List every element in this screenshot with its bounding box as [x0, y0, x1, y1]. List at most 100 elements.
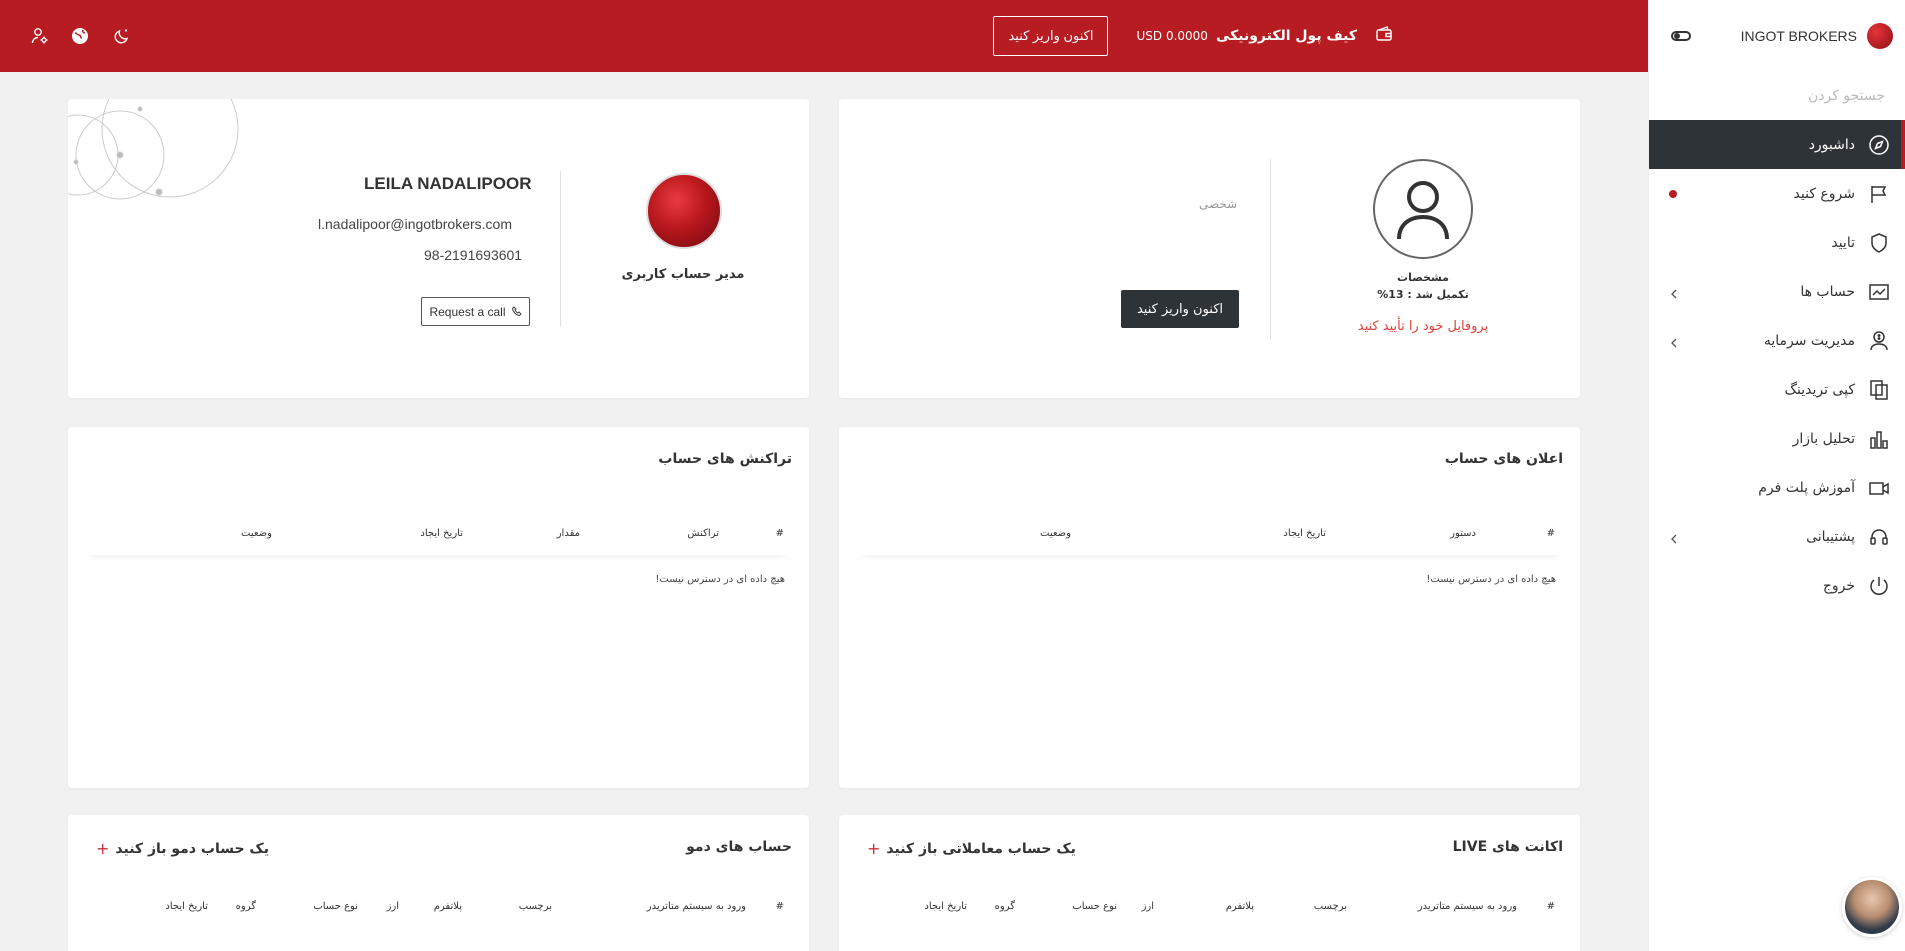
- sidebar-item-platform-education[interactable]: آموزش پلت فرم: [1649, 463, 1905, 512]
- empty-state: هیچ داده ای در دسترس نیست!: [1426, 574, 1556, 585]
- wallet-icon: [1371, 25, 1393, 47]
- globe-icon[interactable]: [68, 24, 92, 48]
- open-demo-account-label: یک حساب دمو باز کنید: [115, 840, 270, 857]
- sidebar-item-label: شروع کنید: [1793, 185, 1855, 202]
- announcements-card: اعلان های حساب # دستور تاریخ ایجاد وضعیت…: [839, 427, 1580, 788]
- brand-name: INGOT BROKERS: [1740, 28, 1857, 44]
- sidebar-item-label: تحلیل بازار: [1792, 430, 1855, 447]
- column-header: مقدار: [556, 527, 580, 539]
- announcements-title: اعلان های حساب: [1444, 451, 1563, 467]
- live-accounts-title: اکانت های LIVE: [1452, 839, 1563, 855]
- transactions-card: تراکنش های حساب # تراکنش مقدار تاریخ ایج…: [68, 427, 809, 788]
- sidebar-item-copy-trading[interactable]: کپی تریدینگ: [1649, 365, 1905, 414]
- column-header: پلاتفرم: [433, 900, 462, 912]
- sidebar-item-verification[interactable]: تایید: [1649, 218, 1905, 267]
- demo-accounts-card: حساب های دمو یک حساب دمو باز کنید + # ور…: [68, 815, 809, 951]
- column-header: ارز: [386, 900, 399, 912]
- profile-specs-label: مشخصات: [1397, 271, 1449, 284]
- sidebar-item-label: آموزش پلت فرم: [1758, 479, 1855, 496]
- manager-phone[interactable]: 98-2191693601: [424, 247, 522, 263]
- wallet-amount: USD 0.0000: [1136, 29, 1208, 43]
- sidebar-item-market-analysis[interactable]: تحلیل بازار: [1649, 414, 1905, 463]
- sidebar-item-get-started[interactable]: شروع کنید: [1649, 169, 1905, 218]
- column-header: دستور: [1450, 527, 1476, 539]
- manager-role: مدیر حساب کاربری: [621, 267, 745, 282]
- column-header: ارز: [1141, 900, 1154, 912]
- user-settings-icon[interactable]: [28, 24, 52, 48]
- open-live-account-label: یک حساب معاملاتی باز کنید: [886, 840, 1076, 857]
- column-header: نوع حساب: [313, 900, 358, 912]
- demo-table-header: # ورود به سیستم متاتریدر برچسب پلاتفرم ا…: [85, 884, 792, 928]
- profile-avatar[interactable]: [1373, 159, 1473, 259]
- decorative-circles: [68, 99, 239, 200]
- demo-accounts-title: حساب های دمو: [686, 839, 792, 855]
- column-header: ورود به سیستم متاتریدر: [1417, 900, 1517, 912]
- column-header: #: [1546, 527, 1555, 539]
- column-header: تاریخ ایجاد: [1283, 527, 1326, 539]
- wallet-area: کیف پول الکترونیکی USD 0.0000 اکنون واری…: [993, 16, 1393, 56]
- empty-state: هیچ داده ای در دسترس نیست!: [655, 574, 785, 585]
- column-header: وضعیت: [1040, 527, 1071, 539]
- video-icon: [1867, 476, 1891, 500]
- profile-deposit-button[interactable]: اکنون واریز کنید: [1121, 290, 1239, 328]
- divider: [1270, 159, 1271, 339]
- power-icon: [1867, 574, 1891, 598]
- moon-icon[interactable]: [110, 24, 134, 48]
- search-input[interactable]: [1669, 88, 1885, 104]
- sidebar-item-label: مدیریت سرمایه: [1763, 332, 1855, 349]
- transactions-title: تراکنش های حساب: [658, 451, 792, 467]
- sidebar-item-label: حساب ها: [1800, 283, 1855, 300]
- sidebar-nav: داشبورد شروع کنید تایید حساب ها مدیریت س…: [1649, 120, 1905, 610]
- chevron-left-icon: [1669, 287, 1679, 298]
- notification-dot: [1669, 189, 1677, 198]
- plus-icon: +: [867, 839, 881, 858]
- open-live-account-link[interactable]: یک حساب معاملاتی باز کنید +: [867, 839, 1076, 858]
- sidebar-item-money-management[interactable]: مدیریت سرمایه: [1649, 316, 1905, 365]
- brand-logo: [1867, 23, 1893, 49]
- sidebar-item-support[interactable]: پشتیبانی: [1649, 512, 1905, 561]
- announcements-table-header: # دستور تاریخ ایجاد وضعیت: [856, 511, 1563, 555]
- bar-chart-icon: [1867, 427, 1891, 451]
- column-header: تراکنش: [687, 527, 719, 539]
- search-box: [1649, 72, 1905, 120]
- wallet-label: کیف پول الکترونیکی: [1215, 28, 1357, 44]
- deposit-now-button[interactable]: اکنون واریز کنید: [993, 16, 1109, 56]
- sidebar-item-label: پشتیبانی: [1806, 528, 1855, 545]
- sidebar-item-dashboard[interactable]: داشبورد: [1649, 120, 1905, 169]
- sidebar-item-label: داشبورد: [1808, 136, 1855, 153]
- column-header: تاریخ ایجاد: [420, 527, 463, 539]
- verify-profile-link[interactable]: پروفایل خود را تأیید کنید: [1353, 319, 1493, 334]
- live-accounts-card: اکانت های LIVE یک حساب معاملاتی باز کنید…: [839, 815, 1580, 951]
- top-bar: کیف پول الکترونیکی USD 0.0000 اکنون واری…: [0, 0, 1648, 72]
- column-header: نوع حساب: [1072, 900, 1117, 912]
- column-header: ورود به سیستم متاتریدر: [646, 900, 746, 912]
- sidebar-item-label: تایید: [1831, 234, 1855, 251]
- column-header: تاریخ ایجاد: [165, 900, 208, 912]
- transactions-table-header: # تراکنش مقدار تاریخ ایجاد وضعیت: [85, 511, 792, 555]
- column-header: برچسب: [518, 900, 552, 912]
- support-chat-avatar[interactable]: [1842, 877, 1902, 937]
- shield-icon: [1867, 231, 1891, 255]
- manager-email[interactable]: l.nadalipoor@ingotbrokers.com: [318, 216, 512, 232]
- request-call-button[interactable]: Request a call: [421, 297, 530, 326]
- headset-icon: [1867, 525, 1891, 549]
- account-manager-card: مدیر حساب کاربری LEILA NADALIPOOR l.nada…: [68, 99, 809, 398]
- column-header: #: [775, 527, 784, 539]
- column-header: برچسب: [1313, 900, 1347, 912]
- flag-icon: [1867, 182, 1891, 206]
- sidebar: INGOT BROKERS داشبورد شروع کنید تایید حس…: [1648, 0, 1905, 951]
- column-header: #: [1546, 900, 1555, 912]
- sidebar-item-accounts[interactable]: حساب ها: [1649, 267, 1905, 316]
- live-table-header: # ورود به سیستم متاتریدر برچسب پلاتفرم ا…: [856, 884, 1563, 928]
- sidebar-item-logout[interactable]: خروج: [1649, 561, 1905, 610]
- copy-icon: [1867, 378, 1891, 402]
- sidebar-item-label: کپی تریدینگ: [1784, 381, 1855, 398]
- chevron-left-icon: [1669, 532, 1679, 543]
- open-demo-account-link[interactable]: یک حساب دمو باز کنید +: [96, 839, 269, 858]
- sidebar-toggle[interactable]: [1671, 31, 1691, 41]
- manager-avatar: [646, 173, 722, 249]
- chevron-left-icon: [1669, 336, 1679, 347]
- compass-icon: [1867, 133, 1891, 157]
- column-header: پلاتفرم: [1225, 900, 1254, 912]
- request-call-label: Request a call: [429, 304, 506, 319]
